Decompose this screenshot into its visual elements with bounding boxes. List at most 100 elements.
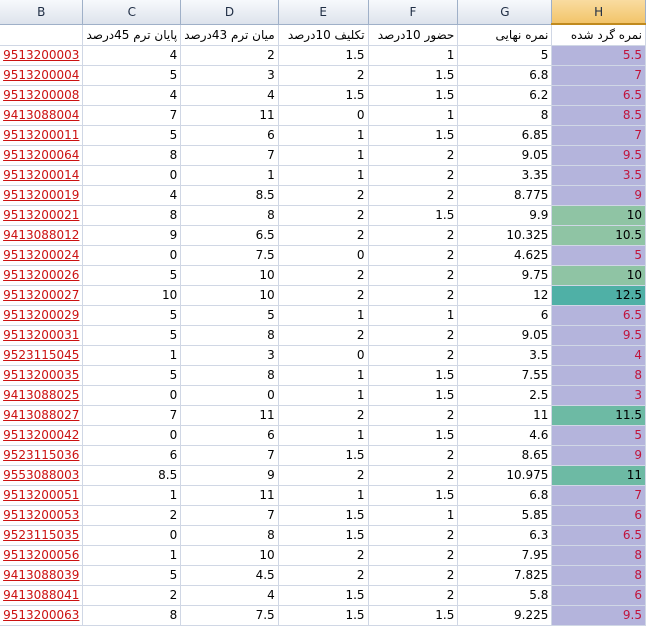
final-exam-cell[interactable]: 1 (82, 545, 182, 566)
attendance-cell[interactable]: 2 (368, 565, 459, 586)
student-id-link[interactable]: 9523115035 (3, 528, 79, 542)
final-grade-cell[interactable]: 6.3 (457, 525, 553, 546)
assignment-cell[interactable]: 0 (278, 105, 369, 126)
rounded-grade-cell[interactable]: 6.5 (551, 85, 646, 106)
student-id-link[interactable]: 9523115045 (3, 348, 79, 362)
assignment-cell[interactable]: 2 (278, 465, 369, 486)
final-exam-cell[interactable]: 2 (82, 585, 182, 606)
student-id-link[interactable]: 9413088012 (3, 228, 79, 242)
assignment-cell[interactable]: 0 (278, 245, 369, 266)
student-id-link[interactable]: 9553088003 (3, 468, 79, 482)
column-header-c[interactable]: C (82, 0, 182, 25)
student-id-link[interactable]: 9413088039 (3, 568, 79, 582)
label-cell-b[interactable] (0, 24, 84, 46)
rounded-grade-cell[interactable]: 3.5 (551, 165, 646, 186)
final-grade-cell[interactable]: 5.85 (457, 505, 553, 526)
student-id-link[interactable]: 9513200051 (3, 488, 79, 502)
student-id-link[interactable]: 9513200063 (3, 608, 79, 622)
assignment-cell[interactable]: 1.5 (278, 445, 369, 466)
final-grade-cell[interactable]: 8.775 (457, 185, 553, 206)
rounded-grade-cell[interactable]: 6.5 (551, 305, 646, 326)
student-id-link[interactable]: 9513200035 (3, 368, 79, 382)
attendance-cell[interactable]: 1.5 (368, 85, 459, 106)
assignment-cell[interactable]: 2 (278, 225, 369, 246)
final-exam-cell[interactable]: 8 (82, 205, 182, 226)
attendance-cell[interactable]: 2 (368, 445, 459, 466)
student-id-cell[interactable]: 9513200042 (0, 425, 84, 446)
column-header-g[interactable]: G (457, 0, 553, 25)
student-id-link[interactable]: 9413088041 (3, 588, 79, 602)
final-exam-cell[interactable]: 5 (82, 365, 182, 386)
student-id-cell[interactable]: 9513200029 (0, 305, 84, 326)
final-exam-cell[interactable]: 4 (82, 85, 182, 106)
midterm-cell[interactable]: 10 (180, 265, 279, 286)
student-id-cell[interactable]: 9523115035 (0, 525, 84, 546)
rounded-grade-cell[interactable]: 8 (551, 545, 646, 566)
final-exam-cell[interactable]: 8 (82, 605, 182, 626)
student-id-cell[interactable]: 9513200056 (0, 545, 84, 566)
final-exam-cell[interactable]: 5 (82, 65, 182, 86)
student-id-cell[interactable]: 9523115045 (0, 345, 84, 366)
student-id-cell[interactable]: 9513200008 (0, 85, 84, 106)
attendance-cell[interactable]: 2 (368, 265, 459, 286)
attendance-cell[interactable]: 2 (368, 225, 459, 246)
final-exam-cell[interactable]: 7 (82, 105, 182, 126)
assignment-cell[interactable]: 2 (278, 185, 369, 206)
final-exam-cell[interactable]: 7 (82, 405, 182, 426)
assignment-cell[interactable]: 1.5 (278, 585, 369, 606)
final-grade-cell[interactable]: 9.9 (457, 205, 553, 226)
final-grade-cell[interactable]: 6.8 (457, 485, 553, 506)
final-grade-cell[interactable]: 6.8 (457, 65, 553, 86)
rounded-grade-cell[interactable]: 4 (551, 345, 646, 366)
assignment-cell[interactable]: 2 (278, 65, 369, 86)
final-exam-cell[interactable]: 0 (82, 525, 182, 546)
midterm-cell[interactable]: 10 (180, 545, 279, 566)
rounded-grade-cell[interactable]: 11.5 (551, 405, 646, 426)
student-id-cell[interactable]: 9413088012 (0, 225, 84, 246)
rounded-grade-cell[interactable]: 5.5 (551, 45, 646, 66)
student-id-link[interactable]: 9513200003 (3, 48, 79, 62)
rounded-grade-cell[interactable]: 6 (551, 585, 646, 606)
attendance-cell[interactable]: 2 (368, 525, 459, 546)
midterm-cell[interactable]: 6 (180, 125, 279, 146)
final-exam-cell[interactable]: 9 (82, 225, 182, 246)
midterm-cell[interactable]: 9 (180, 465, 279, 486)
attendance-cell[interactable]: 2 (368, 145, 459, 166)
midterm-cell[interactable]: 7 (180, 505, 279, 526)
final-exam-cell[interactable]: 0 (82, 425, 182, 446)
final-exam-cell[interactable]: 1 (82, 485, 182, 506)
final-exam-cell[interactable]: 1 (82, 345, 182, 366)
rounded-grade-cell[interactable]: 9.5 (551, 145, 646, 166)
final-exam-cell[interactable]: 4 (82, 45, 182, 66)
label-cell-midterm[interactable]: میان ترم 43درصد (180, 24, 279, 46)
midterm-cell[interactable]: 7.5 (180, 245, 279, 266)
final-exam-cell[interactable]: 0 (82, 385, 182, 406)
attendance-cell[interactable]: 1 (368, 45, 459, 66)
midterm-cell[interactable]: 11 (180, 105, 279, 126)
assignment-cell[interactable]: 1 (278, 125, 369, 146)
midterm-cell[interactable]: 0 (180, 385, 279, 406)
final-exam-cell[interactable]: 5 (82, 125, 182, 146)
student-id-link[interactable]: 9513200027 (3, 288, 79, 302)
student-id-cell[interactable]: 9513200014 (0, 165, 84, 186)
attendance-cell[interactable]: 1.5 (368, 365, 459, 386)
final-exam-cell[interactable]: 6 (82, 445, 182, 466)
student-id-cell[interactable]: 9413088027 (0, 405, 84, 426)
final-grade-cell[interactable]: 5 (457, 45, 553, 66)
midterm-cell[interactable]: 8.5 (180, 185, 279, 206)
final-grade-cell[interactable]: 9.05 (457, 145, 553, 166)
assignment-cell[interactable]: 1 (278, 425, 369, 446)
final-grade-cell[interactable]: 8.65 (457, 445, 553, 466)
midterm-cell[interactable]: 2 (180, 45, 279, 66)
attendance-cell[interactable]: 2 (368, 585, 459, 606)
final-exam-cell[interactable]: 5 (82, 325, 182, 346)
label-cell-final-exam[interactable]: پایان ترم 45درصد (82, 24, 182, 46)
final-grade-cell[interactable]: 10.325 (457, 225, 553, 246)
label-cell-attendance[interactable]: حضور 10درصد (368, 24, 459, 46)
student-id-link[interactable]: 9413088004 (3, 108, 79, 122)
student-id-cell[interactable]: 9513200004 (0, 65, 84, 86)
label-cell-final-grade[interactable]: نمره نهایی (457, 24, 553, 46)
column-header-d[interactable]: D (180, 0, 279, 25)
final-grade-cell[interactable]: 9.225 (457, 605, 553, 626)
assignment-cell[interactable]: 1.5 (278, 45, 369, 66)
